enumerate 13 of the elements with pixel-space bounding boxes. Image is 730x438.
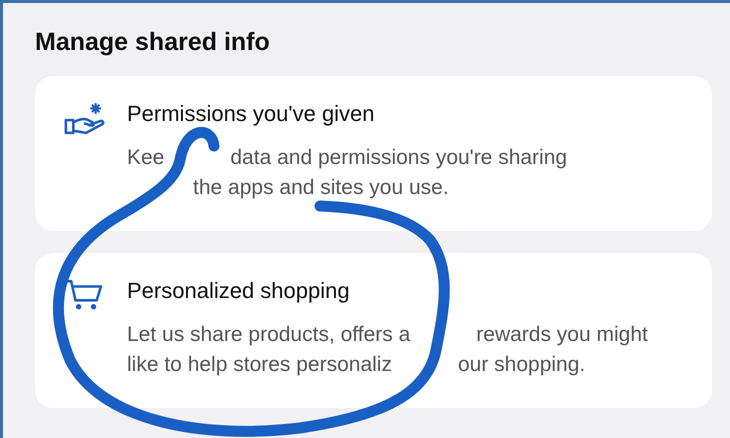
card-title: Personalized shopping — [127, 278, 351, 304]
description-text: Kee — [127, 146, 164, 170]
description-text: our shopping. — [456, 353, 586, 377]
section-title: Manage shared info — [35, 27, 271, 57]
settings-card[interactable]: Permissions you've given Kee data and permissions you're sharing the apps and sites you use. — [35, 76, 712, 231]
description-text: the apps and sites you use. — [192, 176, 449, 200]
description-text: rewards you might — [475, 323, 648, 347]
description-text: Let us share products, offers a — [127, 323, 410, 347]
card-title: Permissions you've given — [127, 101, 376, 127]
description-text: like to help stores personaliz — [127, 353, 392, 377]
hand-icon — [63, 101, 107, 135]
description-text: data and permissions you're sharing — [229, 146, 568, 170]
settings-card[interactable]: Personalized shopping Let us share products, offers a rewards you might like to help stores personaliz our shopping. — [35, 253, 712, 408]
